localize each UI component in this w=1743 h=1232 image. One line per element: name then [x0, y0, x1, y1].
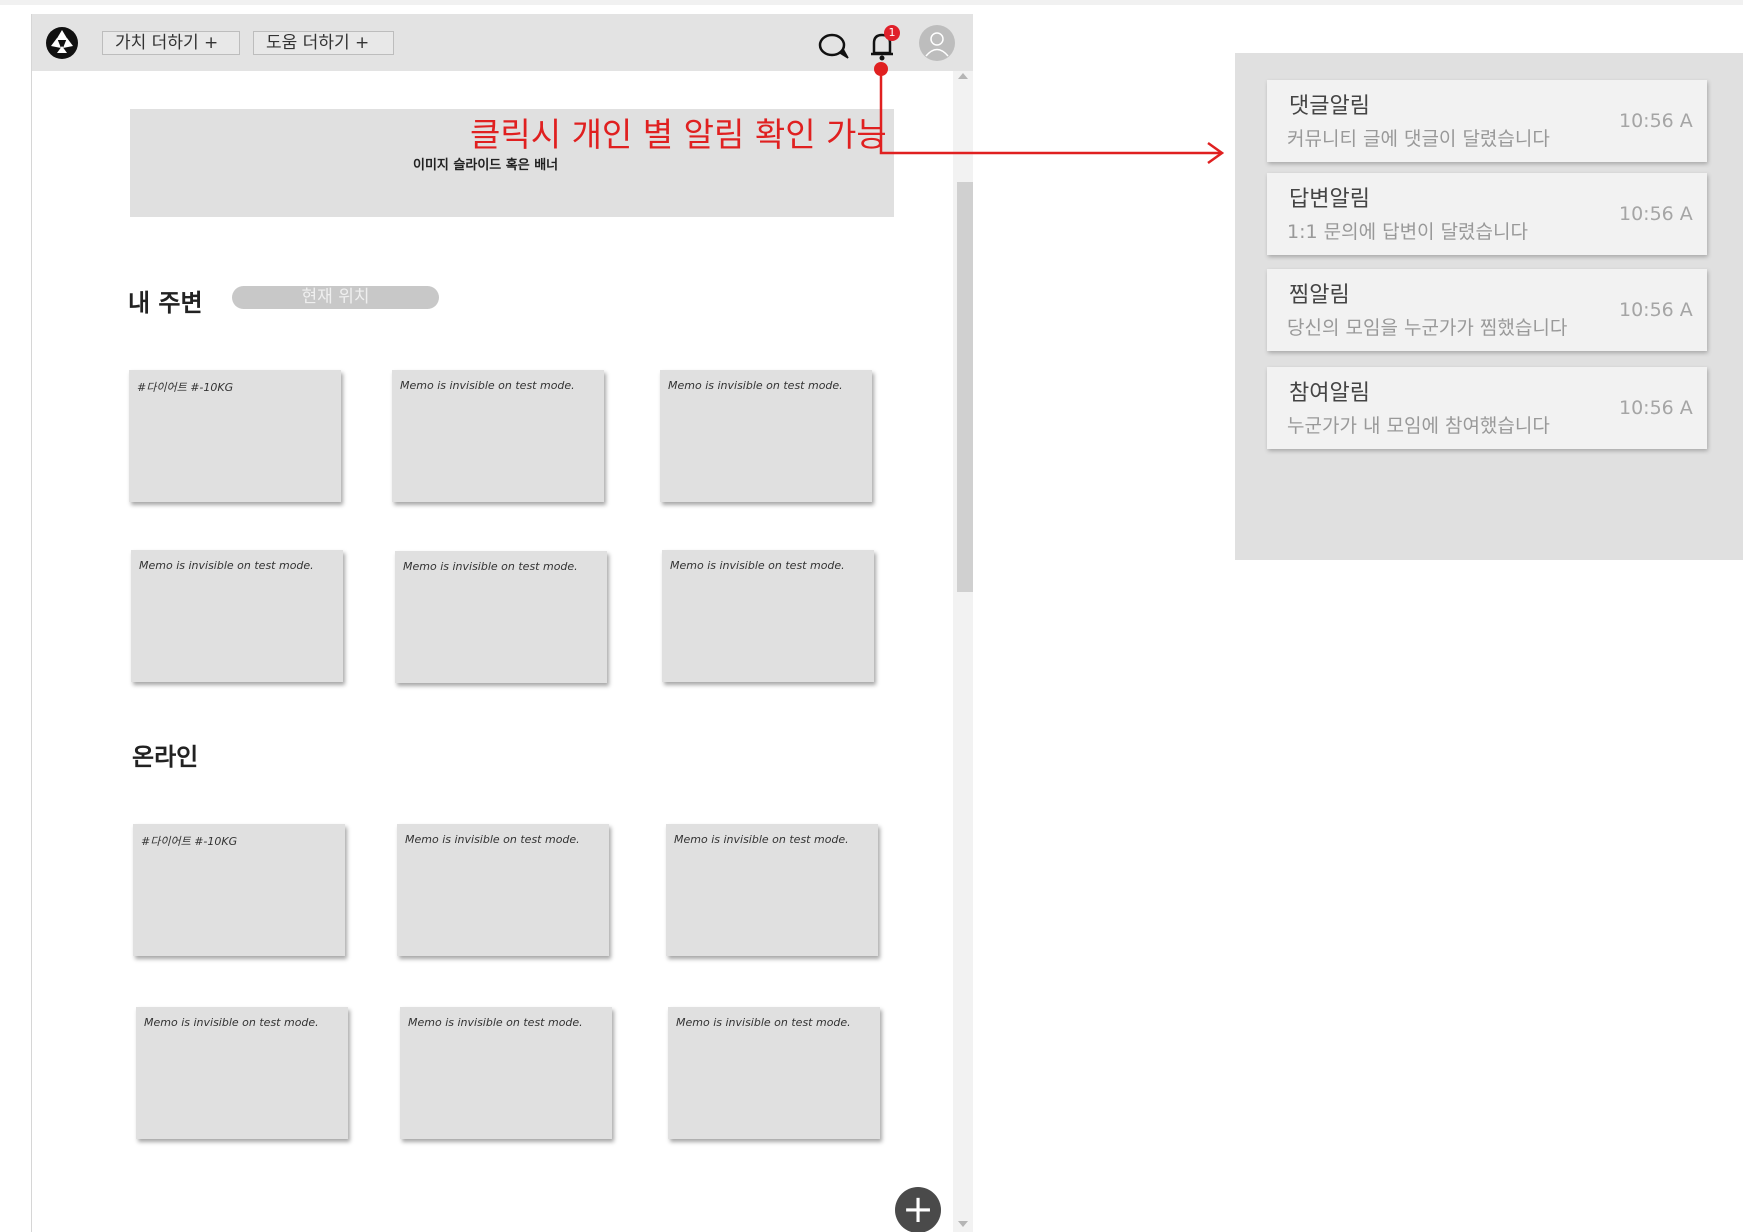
online-card[interactable]: Memo is invisible on test mode. [397, 824, 609, 956]
card-memo: Memo is invisible on test mode. [144, 1016, 319, 1029]
notification-panel: 댓글알림 커뮤니티 글에 댓글이 달렸습니다 10:56 A 답변알림 1:1 … [1235, 53, 1743, 560]
nearby-section-title: 내 주변 [128, 289, 203, 317]
scroll-up-arrow-icon[interactable] [958, 73, 968, 79]
window-top-strip [0, 0, 1743, 5]
banner-text: 이미지 슬라이드 혹은 배너 [413, 158, 559, 173]
scrollbar-thumb[interactable] [957, 182, 973, 592]
notification-body: 누군가가 내 모임에 참여했습니다 [1287, 415, 1550, 437]
notification-body: 1:1 문의에 답변이 달렸습니다 [1287, 221, 1528, 243]
card-memo: #다이어트 #-10KG [141, 835, 238, 848]
notification-time: 10:56 A [1619, 110, 1693, 132]
app-frame: 가치 더하기 + 도움 더하기 + 1 이미지 슬라이드 혹은 배너 내 주변 … [31, 14, 973, 1232]
online-card[interactable]: Memo is invisible on test mode. [666, 824, 878, 956]
avatar[interactable] [919, 25, 955, 61]
card-memo: Memo is invisible on test mode. [668, 379, 843, 392]
notification-title: 답변알림 [1289, 187, 1370, 212]
card-memo: Memo is invisible on test mode. [674, 833, 849, 846]
notification-item[interactable]: 찜알림 당신의 모임을 누군가가 찜했습니다 10:56 A [1267, 269, 1707, 351]
notification-title: 댓글알림 [1289, 94, 1370, 119]
card-memo: Memo is invisible on test mode. [676, 1016, 851, 1029]
card-memo: Memo is invisible on test mode. [403, 560, 578, 573]
online-section-title: 온라인 [132, 743, 199, 771]
scrollbar[interactable] [953, 71, 973, 1232]
card-memo: Memo is invisible on test mode. [670, 559, 845, 572]
add-help-button[interactable]: 도움 더하기 + [253, 31, 394, 55]
nearby-card[interactable]: Memo is invisible on test mode. [131, 550, 343, 682]
online-card[interactable]: #다이어트 #-10KG [133, 824, 345, 956]
user-avatar-icon [925, 32, 949, 57]
nearby-card[interactable]: Memo is invisible on test mode. [662, 550, 874, 682]
nearby-card[interactable]: Memo is invisible on test mode. [660, 370, 872, 502]
main-content: 이미지 슬라이드 혹은 배너 내 주변 현재 위치 #다이어트 #-10KG M… [32, 71, 953, 1232]
logo-icon[interactable] [45, 26, 79, 60]
online-card[interactable]: Memo is invisible on test mode. [136, 1007, 348, 1139]
notification-body: 커뮤니티 글에 댓글이 달렸습니다 [1287, 128, 1550, 150]
notification-time: 10:56 A [1619, 397, 1693, 419]
notification-item[interactable]: 답변알림 1:1 문의에 답변이 달렸습니다 10:56 A [1267, 173, 1707, 255]
card-memo: Memo is invisible on test mode. [405, 833, 580, 846]
nearby-card[interactable]: Memo is invisible on test mode. [392, 370, 604, 502]
notification-badge: 1 [884, 25, 900, 41]
notification-item[interactable]: 댓글알림 커뮤니티 글에 댓글이 달렸습니다 10:56 A [1267, 80, 1707, 162]
card-memo: Memo is invisible on test mode. [408, 1016, 583, 1029]
add-fab-button[interactable]: + [895, 1187, 941, 1232]
notification-time: 10:56 A [1619, 299, 1693, 321]
scroll-down-arrow-icon[interactable] [958, 1221, 968, 1227]
card-memo: Memo is invisible on test mode. [139, 559, 314, 572]
notification-body: 당신의 모임을 누군가가 찜했습니다 [1287, 317, 1568, 339]
nearby-card[interactable]: #다이어트 #-10KG [129, 370, 341, 502]
online-card[interactable]: Memo is invisible on test mode. [400, 1007, 612, 1139]
top-header: 가치 더하기 + 도움 더하기 + 1 [32, 14, 973, 71]
notification-title: 참여알림 [1289, 381, 1370, 406]
card-memo: #다이어트 #-10KG [137, 381, 234, 394]
add-value-button[interactable]: 가치 더하기 + [102, 31, 240, 55]
online-card[interactable]: Memo is invisible on test mode. [668, 1007, 880, 1139]
notification-title: 찜알림 [1289, 283, 1350, 308]
nearby-card[interactable]: Memo is invisible on test mode. [395, 551, 607, 683]
current-location-button[interactable]: 현재 위치 [232, 286, 439, 309]
chat-icon[interactable] [818, 31, 852, 61]
card-memo: Memo is invisible on test mode. [400, 379, 575, 392]
notification-time: 10:56 A [1619, 203, 1693, 225]
notification-item[interactable]: 참여알림 누군가가 내 모임에 참여했습니다 10:56 A [1267, 367, 1707, 449]
annotation-text: 클릭시 개인 별 알림 확인 가능 [470, 115, 887, 154]
